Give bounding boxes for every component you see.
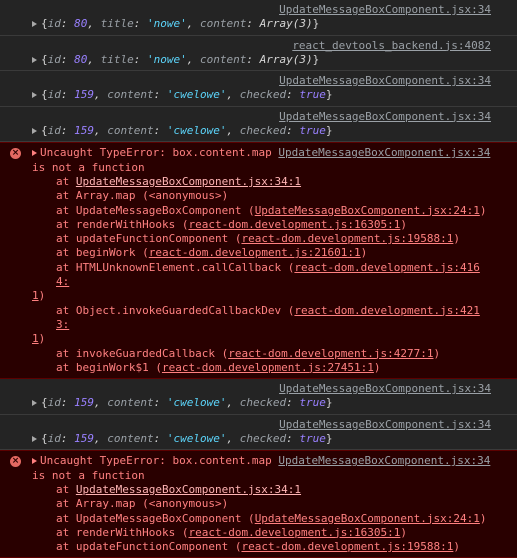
console-error-message[interactable]: × Uncaught TypeError: box.content.map Up… [0, 142, 517, 380]
source-link[interactable]: UpdateMessageBoxComponent.jsx:34 [278, 146, 490, 159]
obj-content: 'cwelowe' [166, 432, 227, 446]
stack-frame: at beginWork$1 (react-dom.development.js… [56, 360, 381, 374]
obj-title: 'nowe' [147, 17, 187, 31]
stack-frame: at updateFunctionComponent (react-dom.de… [56, 540, 460, 554]
obj-checked: true [299, 88, 326, 102]
stack-frame-link[interactable]: UpdateMessageBoxComponent.jsx:34:1 [76, 175, 301, 188]
stack-frame-link[interactable]: UpdateMessageBoxComponent.jsx:24:1 [255, 512, 480, 525]
stack-frame: at Array.map (<anonymous>) [56, 497, 229, 511]
stack-frame-wrap: 1) [32, 289, 46, 303]
stack-frame-link[interactable]: react-dom.development.js:16305:1 [188, 218, 400, 231]
expand-triangle-icon[interactable] [32, 128, 37, 135]
stack-frame-link[interactable]: 1 [32, 289, 39, 302]
stack-frame: at Array.map (<anonymous>) [56, 189, 229, 203]
console-log-message[interactable]: UpdateMessageBoxComponent.jsx:34 {id: 15… [0, 415, 517, 451]
expand-triangle-icon[interactable] [32, 56, 37, 63]
stack-frame-wrap: 1) [32, 332, 46, 346]
log-object[interactable]: {id: 80, title: 'nowe', content: Array(3… [0, 53, 517, 67]
obj-id: 159 [74, 88, 94, 102]
obj-content: Array(3) [259, 52, 313, 66]
console-log-message[interactable]: UpdateMessageBoxComponent.jsx:34 {id: 15… [0, 379, 517, 415]
expand-triangle-icon[interactable] [32, 92, 37, 99]
console-log-message[interactable]: UpdateMessageBoxComponent.jsx:34 {id: 15… [0, 71, 517, 107]
source-link[interactable]: UpdateMessageBoxComponent.jsx:34 [0, 418, 517, 432]
expand-triangle-icon[interactable] [32, 150, 37, 157]
stack-frame: at Object.invokeGuardedCallbackDev (reac… [56, 303, 480, 331]
obj-checked: true [299, 432, 326, 446]
stack-frame-link[interactable]: UpdateMessageBoxComponent.jsx:24:1 [255, 204, 480, 217]
log-object[interactable]: {id: 159, content: 'cwelowe', checked: t… [0, 432, 517, 446]
obj-content: Array(3) [259, 17, 313, 31]
obj-content: 'cwelowe' [166, 124, 227, 138]
error-header[interactable]: Uncaught TypeError: box.content.map Upda… [0, 146, 517, 160]
stack-frame: at HTMLUnknownElement.callCallback (reac… [56, 260, 480, 289]
log-object[interactable]: {id: 159, content: 'cwelowe', checked: t… [0, 396, 517, 410]
source-link[interactable]: UpdateMessageBoxComponent.jsx:34 [0, 74, 517, 88]
expand-triangle-icon[interactable] [32, 400, 37, 407]
console-log-message[interactable]: UpdateMessageBoxComponent.jsx:34 {id: 80… [0, 0, 517, 36]
error-title: Uncaught TypeError: box.content.map [40, 454, 272, 468]
obj-id: 159 [74, 396, 94, 410]
obj-content: 'cwelowe' [166, 396, 227, 410]
obj-checked: true [299, 124, 326, 138]
source-link[interactable]: UpdateMessageBoxComponent.jsx:34 [0, 110, 517, 124]
stack-frame-link[interactable]: react-dom.development.js:19588:1 [241, 540, 453, 553]
expand-triangle-icon[interactable] [32, 21, 37, 28]
expand-triangle-icon[interactable] [32, 458, 37, 465]
source-link[interactable]: UpdateMessageBoxComponent.jsx:34 [0, 3, 517, 17]
stack-frame: at invokeGuardedCallback (react-dom.deve… [56, 346, 441, 360]
stack-frame: at updateFunctionComponent (react-dom.de… [56, 232, 460, 246]
stack-frame: at renderWithHooks (react-dom.developmen… [56, 217, 408, 231]
log-object[interactable]: {id: 159, content: 'cwelowe', checked: t… [0, 124, 517, 138]
obj-content: 'cwelowe' [166, 88, 227, 102]
console-log-message[interactable]: UpdateMessageBoxComponent.jsx:34 {id: 15… [0, 107, 517, 143]
stack-frame-link[interactable]: 1 [32, 332, 39, 345]
source-link[interactable]: react_devtools_backend.js:4082 [0, 39, 517, 53]
stack-frame-link[interactable]: react-dom.development.js:21601:1 [149, 246, 361, 259]
error-title: Uncaught TypeError: box.content.map [40, 146, 272, 160]
log-object[interactable]: {id: 80, title: 'nowe', content: Array(3… [0, 17, 517, 31]
stack-frame-link[interactable]: UpdateMessageBoxComponent.jsx:34:1 [76, 483, 301, 496]
stack-frame: at UpdateMessageBoxComponent (UpdateMess… [56, 511, 487, 525]
stack-frame-link[interactable]: react-dom.development.js:4277:1 [228, 347, 433, 360]
error-title-continued: is not a function [32, 160, 145, 174]
stack-frame-link[interactable]: react-dom.development.js:27451:1 [162, 361, 374, 374]
stack-frame: at UpdateMessageBoxComponent (UpdateMess… [56, 203, 487, 217]
stack-frame: at renderWithHooks (react-dom.developmen… [56, 525, 408, 539]
console-error-message[interactable]: × Uncaught TypeError: box.content.map Up… [0, 450, 517, 558]
console-log-message[interactable]: react_devtools_backend.js:4082 {id: 80, … [0, 36, 517, 72]
console-panel: UpdateMessageBoxComponent.jsx:34 {id: 80… [0, 0, 517, 558]
obj-title: 'nowe' [147, 52, 187, 66]
obj-id: 159 [74, 124, 94, 138]
obj-id: 80 [74, 17, 88, 31]
obj-id: 80 [74, 52, 88, 66]
expand-triangle-icon[interactable] [32, 436, 37, 443]
stack-frame: at beginWork (react-dom.development.js:2… [56, 246, 368, 260]
stack-frame-link[interactable]: react-dom.development.js:16305:1 [188, 526, 400, 539]
stack-frame: at UpdateMessageBoxComponent.jsx:34:1 [56, 174, 302, 188]
error-header[interactable]: Uncaught TypeError: box.content.map Upda… [0, 454, 517, 468]
source-link[interactable]: UpdateMessageBoxComponent.jsx:34 [0, 382, 517, 396]
source-link[interactable]: UpdateMessageBoxComponent.jsx:34 [278, 454, 490, 467]
obj-checked: true [299, 396, 326, 410]
error-title-continued: is not a function [32, 468, 145, 482]
stack-frame: at UpdateMessageBoxComponent.jsx:34:1 [56, 482, 302, 496]
stack-frame-link[interactable]: react-dom.development.js:19588:1 [241, 232, 453, 245]
obj-id: 159 [74, 432, 94, 446]
log-object[interactable]: {id: 159, content: 'cwelowe', checked: t… [0, 88, 517, 102]
